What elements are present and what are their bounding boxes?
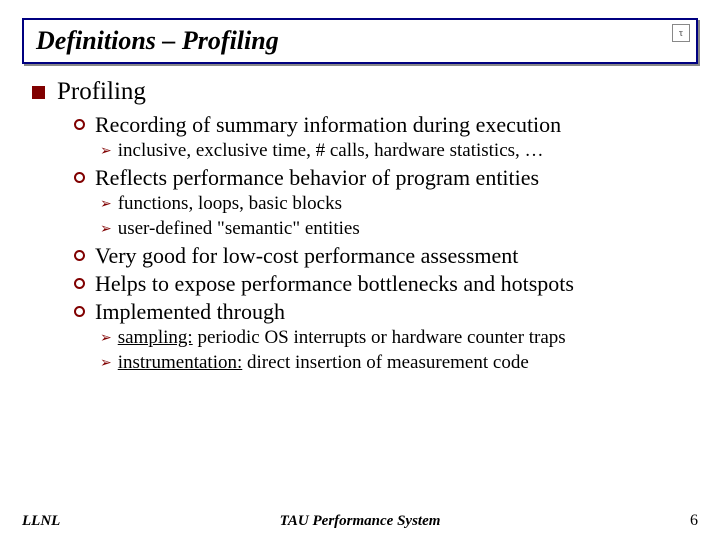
level3-group: ➢ functions, loops, basic blocks ➢ user-… <box>74 193 698 242</box>
bullet-text: user-defined "semantic" entities <box>118 218 360 240</box>
bullet-text: Recording of summary information during … <box>95 112 561 138</box>
tau-logo-icon: τ <box>672 24 690 42</box>
circle-bullet-icon <box>74 172 85 183</box>
circle-bullet-icon <box>74 250 85 261</box>
bullet-text: Very good for low-cost performance asses… <box>95 243 518 269</box>
level3-group: ➢ inclusive, exclusive time, # calls, ha… <box>74 140 698 164</box>
slide: Definitions – Profiling τ Profiling Reco… <box>0 0 720 540</box>
title-box: Definitions – Profiling τ <box>22 18 698 64</box>
bullet-rest: periodic OS interrupts or hardware count… <box>193 327 566 348</box>
level2-group: Recording of summary information during … <box>32 112 698 376</box>
bullet-text: Helps to expose performance bottlenecks … <box>95 271 574 297</box>
bullet-level3: ➢ user-defined "semantic" entities <box>100 218 698 242</box>
arrow-bullet-icon: ➢ <box>100 218 112 242</box>
content-area: Profiling Recording of summary informati… <box>22 78 698 376</box>
circle-bullet-icon <box>74 119 85 130</box>
bullet-level3: ➢ functions, loops, basic blocks <box>100 193 698 217</box>
arrow-bullet-icon: ➢ <box>100 352 112 376</box>
bullet-level2: Very good for low-cost performance asses… <box>74 243 698 269</box>
bullet-text: functions, loops, basic blocks <box>118 193 342 215</box>
circle-bullet-icon <box>74 306 85 317</box>
bullet-level3: ➢ instrumentation: direct insertion of m… <box>100 352 698 376</box>
bullet-level2: Reflects performance behavior of program… <box>74 165 698 191</box>
bullet-level3: ➢ inclusive, exclusive time, # calls, ha… <box>100 140 698 164</box>
bullet-text: inclusive, exclusive time, # calls, hard… <box>118 140 544 162</box>
arrow-bullet-icon: ➢ <box>100 140 112 164</box>
arrow-bullet-icon: ➢ <box>100 327 112 351</box>
slide-title: Definitions – Profiling <box>36 26 279 55</box>
bullet-level2: Recording of summary information during … <box>74 112 698 138</box>
bullet-text: sampling: periodic OS interrupts or hard… <box>118 327 566 349</box>
bullet-text: Reflects performance behavior of program… <box>95 165 539 191</box>
bullet-text: Implemented through <box>95 299 285 325</box>
footer-left: LLNL <box>22 513 60 530</box>
bullet-rest: direct insertion of measurement code <box>242 352 528 373</box>
underlined-term: sampling: <box>118 327 193 348</box>
bullet-level2: Implemented through <box>74 299 698 325</box>
bullet-level3: ➢ sampling: periodic OS interrupts or ha… <box>100 327 698 351</box>
footer: LLNL TAU Performance System 6 <box>0 512 720 530</box>
footer-center: TAU Performance System <box>280 513 441 530</box>
underlined-term: instrumentation: <box>118 352 243 373</box>
bullet-level2: Helps to expose performance bottlenecks … <box>74 271 698 297</box>
bullet-level1: Profiling <box>32 78 698 106</box>
square-bullet-icon <box>32 86 45 99</box>
bullet-text: Profiling <box>57 78 146 106</box>
bullet-text: instrumentation: direct insertion of mea… <box>118 352 529 374</box>
circle-bullet-icon <box>74 278 85 289</box>
arrow-bullet-icon: ➢ <box>100 193 112 217</box>
level3-group: ➢ sampling: periodic OS interrupts or ha… <box>74 327 698 376</box>
slide-number: 6 <box>690 512 698 530</box>
